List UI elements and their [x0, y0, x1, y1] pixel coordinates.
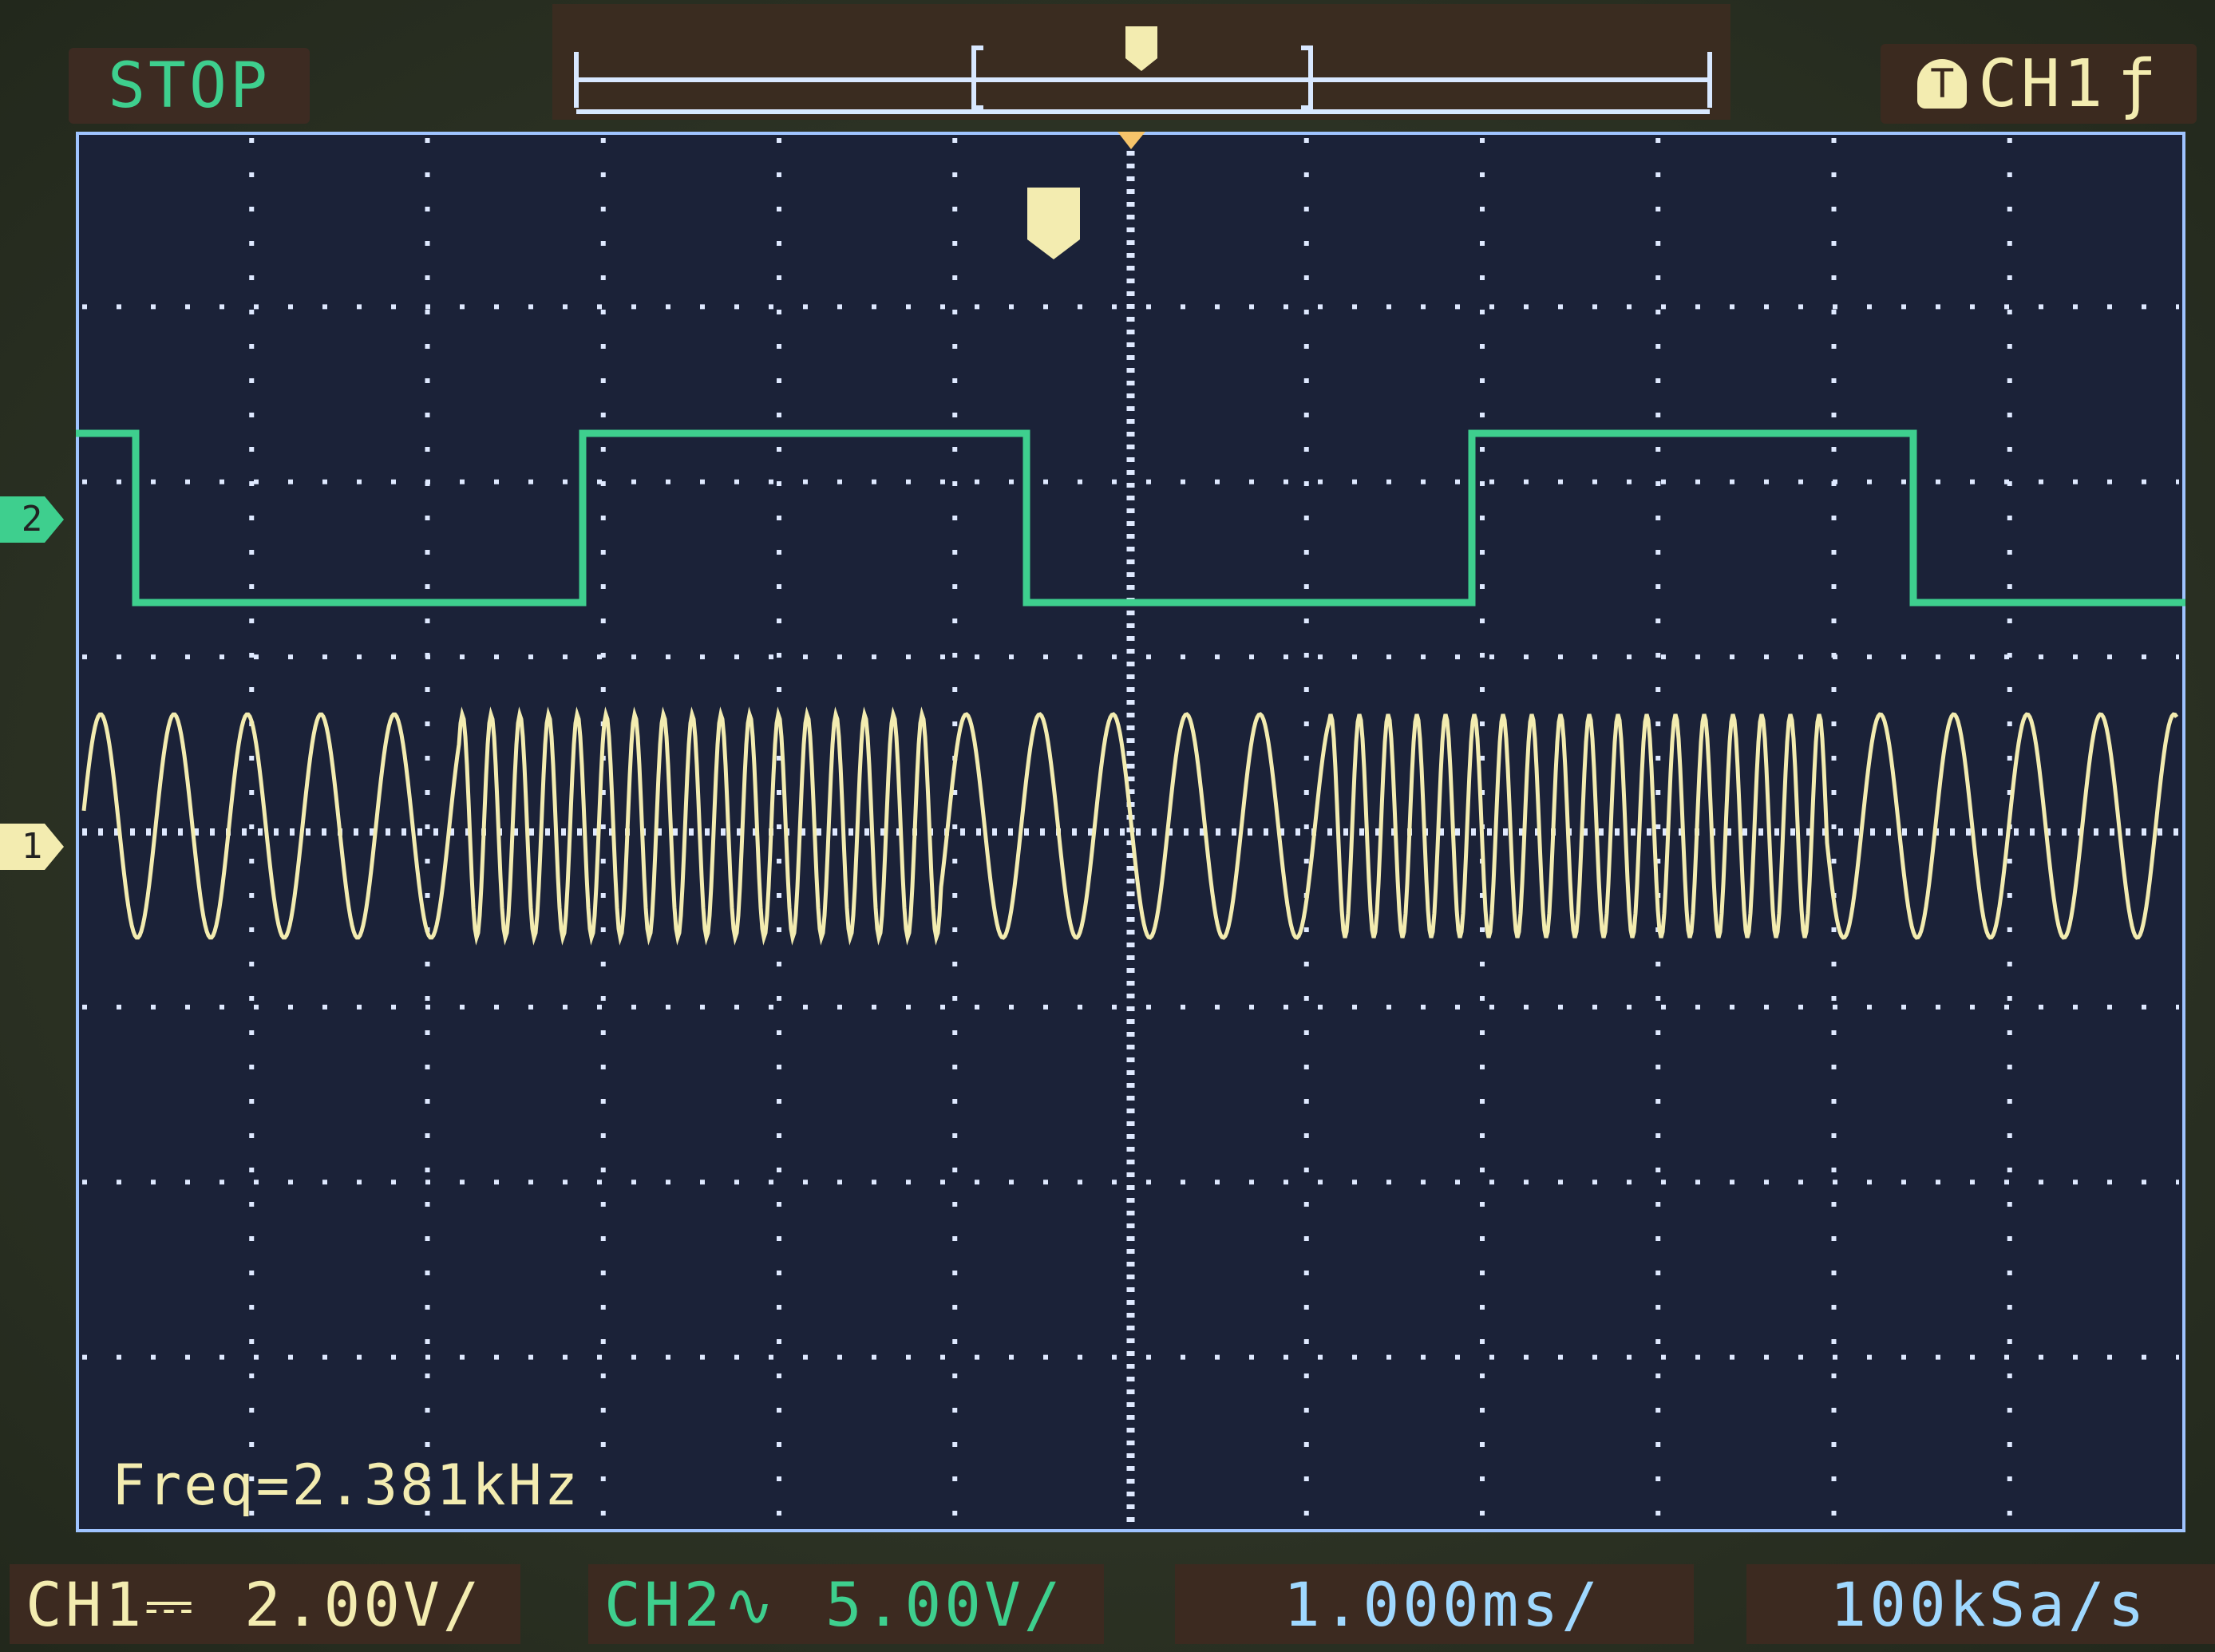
trigger-source: CH1 [1978, 45, 2106, 122]
waveform-canvas [73, 128, 2189, 1535]
ch2-label: CH2 [604, 1568, 724, 1640]
ac-coupling-icon: ∿ [723, 1568, 777, 1640]
frequency-measurement: Freq=2.381kHz [112, 1452, 580, 1518]
ch1-scale-readout[interactable]: CH1 ⎓ 2.00V/ [10, 1564, 520, 1644]
trigger-icon: T [1917, 59, 1968, 109]
ch1-ground-marker[interactable]: 1 [0, 824, 64, 870]
dc-coupling-icon: ⎓ [144, 1567, 196, 1639]
ch2-volts-per-div: 5.00V/ [825, 1568, 1064, 1640]
ch2-ground-marker[interactable]: 2 [0, 496, 64, 543]
run-status-indicator[interactable]: STOP [69, 48, 310, 124]
ch1-label: CH1 [26, 1568, 145, 1640]
timebase-readout[interactable]: 1.000ms/ [1175, 1564, 1694, 1644]
waveform-display[interactable] [73, 128, 2189, 1535]
ch1-volts-per-div: 2.00V/ [243, 1568, 483, 1640]
sample-rate-readout: 100kSa/s [1746, 1564, 2215, 1644]
horizontal-position-bar[interactable] [552, 4, 1730, 120]
trigger-edge-icon: ƒ [2117, 45, 2160, 122]
ch2-scale-readout[interactable]: CH2 ∿ 5.00V/ [588, 1564, 1104, 1644]
trigger-info[interactable]: T CH1 ƒ [1881, 44, 2197, 124]
